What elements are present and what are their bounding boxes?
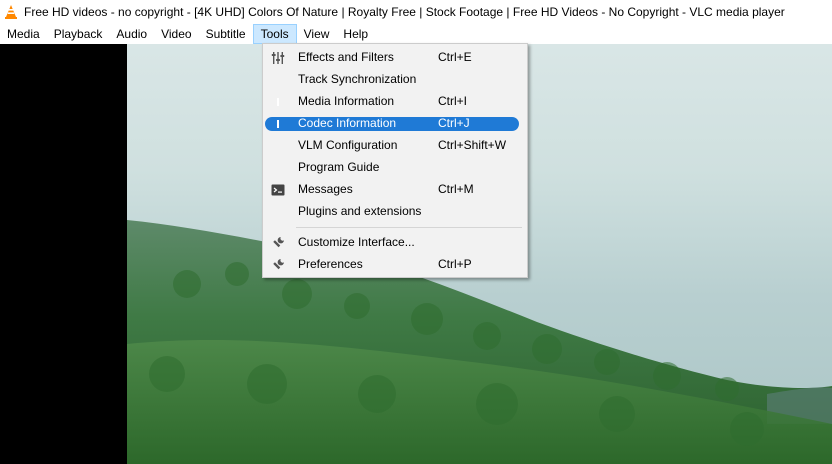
menu-separator bbox=[296, 227, 522, 228]
menu-video[interactable]: Video bbox=[154, 24, 198, 44]
menu-bar: Media Playback Audio Video Subtitle Tool… bbox=[0, 24, 832, 44]
wrench-icon bbox=[271, 236, 285, 250]
menu-playback[interactable]: Playback bbox=[47, 24, 110, 44]
menu-audio[interactable]: Audio bbox=[109, 24, 154, 44]
menu-item-plugins-and-extensions[interactable]: Plugins and extensions bbox=[265, 202, 525, 222]
menu-item-effects-and-filters[interactable]: Effects and Filters Ctrl+E bbox=[265, 48, 525, 68]
terminal-icon bbox=[271, 183, 285, 197]
menu-subtitle[interactable]: Subtitle bbox=[199, 24, 253, 44]
info-icon bbox=[271, 117, 285, 131]
menu-help[interactable]: Help bbox=[336, 24, 375, 44]
window-title: Free HD videos - no copyright - [4K UHD]… bbox=[24, 5, 785, 19]
menu-item-codec-information[interactable]: Codec Information Ctrl+J bbox=[265, 114, 525, 134]
tools-dropdown-menu: Effects and Filters Ctrl+E Track Synchro… bbox=[262, 43, 528, 278]
menu-view[interactable]: View bbox=[297, 24, 337, 44]
menu-item-media-information[interactable]: Media Information Ctrl+I bbox=[265, 92, 525, 112]
menu-item-vlm-configuration[interactable]: VLM Configuration Ctrl+Shift+W bbox=[265, 136, 525, 156]
menu-media[interactable]: Media bbox=[0, 24, 47, 44]
menu-item-track-synchronization[interactable]: Track Synchronization bbox=[265, 70, 525, 90]
info-icon bbox=[271, 95, 285, 109]
title-bar: Free HD videos - no copyright - [4K UHD]… bbox=[0, 0, 832, 24]
menu-item-messages[interactable]: Messages Ctrl+M bbox=[265, 180, 525, 200]
menu-item-preferences[interactable]: Preferences Ctrl+P bbox=[265, 255, 525, 275]
menu-item-customize-interface[interactable]: Customize Interface... bbox=[265, 233, 525, 253]
menu-tools[interactable]: Tools bbox=[252, 24, 297, 44]
vlc-window: Free HD videos - no copyright - [4K UHD]… bbox=[0, 0, 832, 464]
wrench-icon bbox=[271, 258, 285, 272]
vlc-cone-icon bbox=[4, 5, 18, 19]
equalizer-icon bbox=[271, 51, 285, 65]
menu-item-program-guide[interactable]: Program Guide bbox=[265, 158, 525, 178]
